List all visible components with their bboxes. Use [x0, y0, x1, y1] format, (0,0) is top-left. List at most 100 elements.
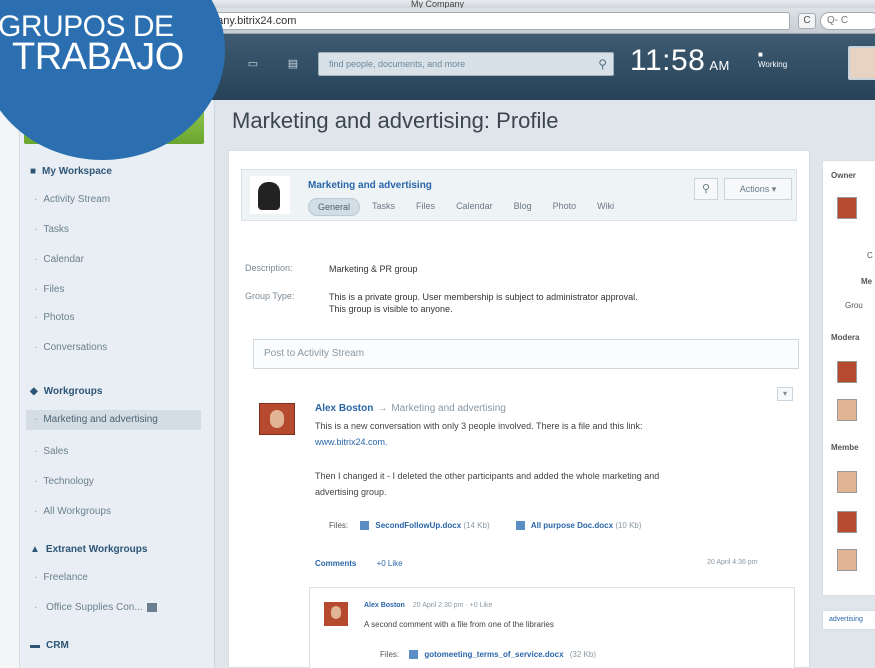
panel-text-c: C [867, 251, 873, 260]
post-input[interactable]: Post to Activity Stream [253, 339, 799, 369]
workspace-icon: ■ [30, 166, 37, 177]
page-title: Marketing and advertising: Profile [232, 108, 559, 133]
notifications-icon[interactable]: ▤ [286, 58, 300, 70]
sidebar-item-sales[interactable]: Sales [34, 446, 68, 457]
like-link[interactable]: +0 Like [377, 559, 403, 568]
sidebar-item-technology[interactable]: Technology [34, 476, 94, 487]
sidebar-section-workgroups[interactable]: ◆ Workgroups [30, 386, 102, 397]
sidebar-item-office-supplies[interactable]: Office Supplies Con... [34, 602, 157, 613]
sidebar-item-all-workgroups[interactable]: All Workgroups [34, 506, 111, 517]
chevron-down-icon: ▾ [771, 184, 777, 194]
sidebar-section-extranet-label: Extranet Workgroups [45, 544, 148, 555]
tab-files[interactable]: Files [407, 198, 444, 216]
members-panel: Owner C Me Grou Modera Membe [822, 160, 875, 596]
owner-avatar[interactable] [837, 197, 857, 219]
work-status[interactable]: ■ Working [758, 50, 787, 70]
file-icon [360, 521, 370, 531]
file-icon [515, 521, 525, 531]
member-avatar-3[interactable] [837, 549, 857, 571]
comment-author-avatar[interactable] [324, 602, 348, 626]
panel-text-me: Me [861, 277, 873, 286]
sidebar-item-conversations[interactable]: Conversations [34, 342, 107, 353]
tab-photo[interactable]: Photo [544, 198, 586, 216]
sidebar-item-files[interactable]: Files [34, 284, 64, 295]
group-avatar [250, 176, 290, 214]
sidebar-section-extranet[interactable]: ▲ Extranet Workgroups [30, 544, 147, 555]
tab-blog[interactable]: Blog [505, 198, 541, 216]
actions-button[interactable]: Actions ▾ [724, 178, 792, 200]
tab-wiki[interactable]: Wiki [588, 198, 623, 216]
reload-icon[interactable]: C [798, 13, 816, 29]
members-heading: Membe [831, 443, 859, 452]
badge-line-2: TRABAJO [12, 36, 184, 78]
sidebar-item-activity-stream[interactable]: Activity Stream [34, 194, 110, 205]
tab-calendar[interactable]: Calendar [447, 198, 502, 216]
clock-time: 11:58 [630, 44, 706, 77]
collapse-icon[interactable]: ▾ [777, 387, 793, 401]
moderator-avatar-2[interactable] [837, 399, 857, 421]
comments-link[interactable]: Comments [315, 559, 356, 568]
post-timestamp: 20 April 4:36 pm [707, 559, 758, 566]
group-search-icon[interactable]: ⚲ [694, 178, 718, 200]
panel-text-grou: Grou [845, 301, 863, 310]
file-link-2[interactable]: All purpose Doc.docx [531, 521, 613, 530]
clock[interactable]: 11:58 AM [630, 44, 730, 83]
owner-heading: Owner [831, 171, 856, 180]
clock-ampm: AM [709, 58, 730, 73]
comment-files: Files: gotomeeting_terms_of_service.docx… [380, 650, 596, 660]
post-target-group[interactable]: Marketing and advertising [391, 403, 506, 414]
sidebar-section-workspace-label: My Workspace [42, 166, 112, 177]
description-value: Marketing & PR group [329, 264, 418, 274]
description-label: Description: [245, 263, 293, 273]
user-avatar[interactable] [848, 46, 875, 80]
sidebar-item-tasks[interactable]: Tasks [34, 224, 69, 235]
group-name[interactable]: Marketing and advertising [308, 180, 432, 191]
file-size-1: (14 Kb) [463, 521, 490, 530]
comment-header: Alex Boston 20 April 2:30 pm · +0 Like [364, 602, 492, 609]
member-avatar-1[interactable] [837, 471, 857, 493]
sidebar-item-office-supplies-label: Office Supplies Con... [46, 602, 143, 613]
sidebar-section-crm[interactable]: ▬ CRM [30, 640, 69, 651]
comment-file-size: (32 Kb) [569, 650, 596, 659]
tab-general[interactable]: General [308, 198, 361, 216]
post-body-line-2: Then I changed it - I deleted the other … [315, 471, 660, 481]
actions-label: Actions [739, 184, 770, 194]
post-actions: Comments +0 Like [315, 559, 403, 568]
files-label: Files: [329, 521, 349, 530]
global-search-placeholder: find people, documents, and more [329, 59, 466, 69]
group-header: Marketing and advertising General Tasks … [241, 169, 797, 221]
comment-author-name[interactable]: Alex Boston [364, 602, 405, 609]
sidebar-item-freelance[interactable]: Freelance [34, 572, 87, 583]
comment-text: A second comment with a file from one of… [364, 620, 554, 629]
comment: Alex Boston 20 April 2:30 pm · +0 Like A … [309, 587, 795, 668]
moderator-avatar-1[interactable] [837, 361, 857, 383]
sidebar-section-workspace[interactable]: ■ My Workspace [30, 166, 112, 177]
tab-tasks[interactable]: Tasks [363, 198, 404, 216]
crm-icon: ▬ [30, 640, 40, 651]
sidebar-item-marketing[interactable]: Marketing and advertising [26, 410, 201, 430]
post-body-line-1: This is a new conversation with only 3 p… [315, 421, 643, 431]
comment-file-link[interactable]: gotomeeting_terms_of_service.docx [424, 650, 563, 659]
tag-link[interactable]: advertising [822, 610, 875, 630]
post-link[interactable]: www.bitrix24.com. [315, 435, 785, 450]
post-author-name[interactable]: Alex Boston [315, 403, 373, 414]
group-type-line-2: This group is visible to anyone. [329, 304, 453, 314]
workgroups-icon: ◆ [30, 386, 38, 397]
sidebar-item-calendar[interactable]: Calendar [34, 254, 84, 265]
post-files: Files: SecondFollowUp.docx (14 Kb) All p… [329, 521, 656, 531]
post-author-avatar[interactable] [259, 403, 295, 435]
search-icon[interactable]: ⚲ [598, 56, 607, 72]
chat-icon[interactable] [146, 602, 157, 612]
address-bar[interactable]: pany.bitrix24.com [150, 12, 790, 30]
browser-search-field[interactable]: Q- C [820, 12, 875, 30]
global-search-input[interactable]: find people, documents, and more ⚲ [318, 52, 614, 76]
file-link-1[interactable]: SecondFollowUp.docx [375, 521, 461, 530]
sidebar-item-photos[interactable]: Photos [34, 312, 74, 323]
moderators-heading: Modera [831, 333, 860, 342]
group-type-label: Group Type: [245, 291, 295, 301]
member-avatar-2[interactable] [837, 511, 857, 533]
group-type-line-1: This is a private group. User membership… [329, 292, 638, 302]
file-size-2: (10 Kb) [615, 521, 642, 530]
sidebar-edge-strip [0, 100, 20, 668]
messages-icon[interactable]: ▭ [246, 58, 260, 70]
